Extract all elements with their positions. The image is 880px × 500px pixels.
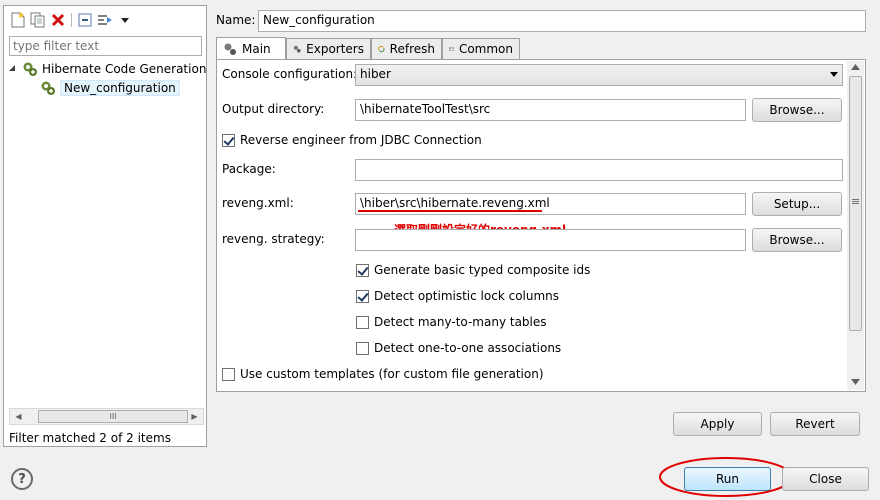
package-field[interactable] — [355, 159, 843, 181]
tree-item-new-configuration[interactable]: New_configuration — [40, 79, 180, 97]
reverse-engineer-label: Reverse engineer from JDBC Connection — [240, 133, 482, 147]
filter-configs-icon[interactable] — [95, 11, 115, 29]
optimistic-lock-checkbox[interactable] — [356, 289, 369, 303]
toolbar-dropdown-icon[interactable] — [115, 11, 135, 29]
custom-templates-checkbox[interactable] — [222, 367, 235, 381]
hibernate-config-icon — [41, 81, 55, 95]
reveng-strategy-field[interactable] — [355, 229, 746, 251]
collapse-all-icon[interactable] — [75, 11, 95, 29]
tree-horizontal-scrollbar[interactable]: ◀ III ▶ — [9, 408, 204, 425]
annotation-underline — [358, 210, 542, 212]
tree-toolbar — [8, 9, 135, 31]
composite-ids-checkbox[interactable] — [356, 263, 369, 277]
filter-status-text: Filter matched 2 of 2 items — [9, 431, 171, 445]
console-configuration-select[interactable]: hiber — [355, 64, 843, 86]
tree-expand-icon[interactable] — [8, 65, 16, 73]
content-vertical-scrollbar[interactable]: ≡ — [847, 61, 864, 390]
reverse-engineer-checkbox-row[interactable]: Reverse engineer from JDBC Connection — [222, 133, 482, 147]
output-browse-button[interactable]: Browse... — [752, 98, 842, 122]
reverse-engineer-checkbox[interactable] — [222, 133, 235, 147]
tab-main-label: Main — [242, 41, 271, 56]
delete-config-icon[interactable] — [48, 11, 68, 29]
name-field[interactable]: New_configuration — [258, 10, 866, 32]
scroll-left-icon[interactable]: ◀ — [10, 409, 27, 424]
help-icon[interactable]: ? — [11, 468, 33, 490]
scrollbar-grip: III — [109, 412, 117, 421]
scrollbar-thumb[interactable]: III — [38, 410, 188, 423]
package-label: Package: — [222, 162, 276, 176]
tab-refresh[interactable]: Refresh — [371, 38, 442, 59]
tree-child-label: New_configuration — [60, 80, 180, 96]
exporters-tab-icon — [293, 45, 301, 53]
option-composite-ids[interactable]: Generate basic typed composite ids — [356, 263, 590, 277]
hibernate-icon — [23, 62, 37, 76]
launch-config-tree-panel: Hibernate Code Generation New_configurat… — [3, 5, 207, 447]
tree-item-hibernate-code-generation[interactable]: Hibernate Code Generation — [8, 60, 206, 78]
tab-exporters[interactable]: Exporters — [286, 38, 371, 59]
toolbar-separator — [71, 13, 72, 27]
scroll-down-icon[interactable] — [851, 379, 860, 385]
reveng-xml-label: reveng.xml: — [222, 196, 294, 210]
vertical-scroll-thumb[interactable]: ≡ — [849, 76, 862, 331]
main-tab-icon — [224, 43, 236, 55]
custom-templates-label: Use custom templates (for custom file ge… — [240, 367, 544, 381]
common-tab-icon — [449, 47, 454, 51]
scroll-right-icon[interactable]: ▶ — [186, 409, 203, 424]
many-to-many-label: Detect many-to-many tables — [374, 315, 547, 329]
tab-exporters-label: Exporters — [306, 42, 364, 56]
tab-common[interactable]: Common — [442, 38, 520, 59]
chevron-down-icon — [830, 72, 838, 77]
reveng-strategy-label: reveng. strategy: — [222, 232, 325, 246]
name-label: Name: — [216, 13, 256, 27]
tree-root-label: Hibernate Code Generation — [42, 62, 207, 76]
tab-common-label: Common — [458, 42, 513, 56]
tab-refresh-label: Refresh — [389, 42, 435, 56]
apply-button[interactable]: Apply — [673, 412, 762, 436]
output-directory-field[interactable]: \hibernateToolTest\src — [355, 99, 746, 121]
optimistic-lock-label: Detect optimistic lock columns — [374, 289, 560, 303]
option-one-to-one[interactable]: Detect one-to-one associations — [356, 341, 561, 355]
run-highlight-ellipse — [659, 457, 793, 497]
filter-input[interactable] — [9, 36, 202, 56]
new-config-icon[interactable] — [8, 11, 28, 29]
revert-button[interactable]: Revert — [770, 412, 860, 436]
option-many-to-many[interactable]: Detect many-to-many tables — [356, 315, 547, 329]
scroll-up-icon[interactable] — [851, 64, 860, 70]
option-optimistic-lock[interactable]: Detect optimistic lock columns — [356, 289, 559, 303]
console-configuration-label: Console configuration: — [222, 67, 358, 81]
composite-ids-label: Generate basic typed composite ids — [374, 263, 591, 277]
tab-main[interactable]: Main — [216, 37, 286, 59]
console-configuration-value: hiber — [360, 67, 391, 81]
output-directory-label: Output directory: — [222, 102, 325, 116]
vertical-scroll-grip: ≡ — [851, 195, 861, 208]
one-to-one-label: Detect one-to-one associations — [374, 341, 562, 355]
strategy-browse-button[interactable]: Browse... — [752, 228, 842, 252]
close-button[interactable]: Close — [782, 467, 869, 491]
many-to-many-checkbox[interactable] — [356, 315, 369, 329]
one-to-one-checkbox[interactable] — [356, 341, 369, 355]
duplicate-config-icon[interactable] — [28, 11, 48, 29]
custom-templates-row[interactable]: Use custom templates (for custom file ge… — [222, 367, 544, 381]
setup-button[interactable]: Setup... — [752, 192, 842, 216]
refresh-tab-icon — [378, 45, 385, 53]
